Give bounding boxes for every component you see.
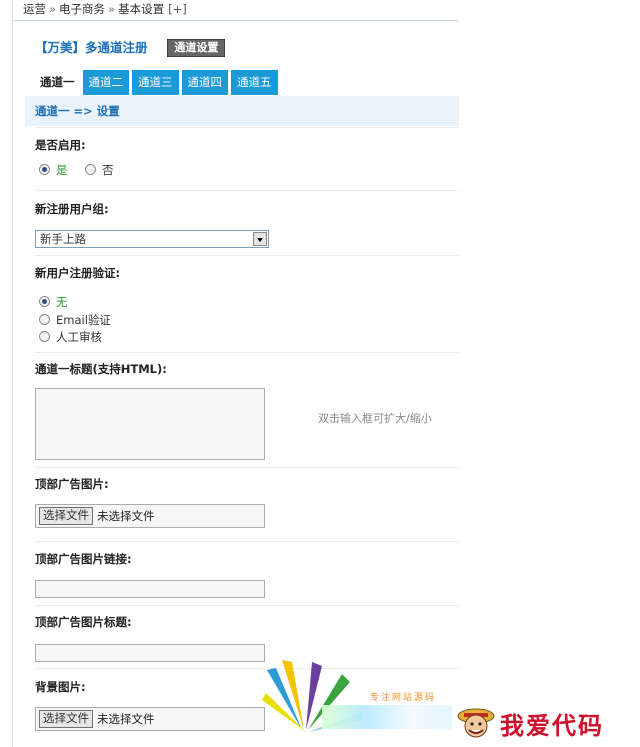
- top-ad-title-input[interactable]: [35, 644, 265, 662]
- top-ad-image-label: 顶部广告图片:: [35, 477, 109, 491]
- tab-channel-1[interactable]: 通道一: [35, 70, 80, 95]
- chevron-down-icon[interactable]: [253, 232, 267, 246]
- bg-image-file-input[interactable]: 选择文件 未选择文件: [35, 707, 265, 731]
- page-header: 【万美】多通道注册 通道设置: [35, 37, 226, 57]
- breadcrumb-divider: [13, 20, 459, 21]
- watermark-brand: 我爱代码: [500, 711, 604, 740]
- breadcrumb-separator: »: [49, 2, 57, 16]
- enable-no-option[interactable]: 否: [85, 163, 114, 177]
- verify-email-label[interactable]: Email验证: [56, 313, 111, 327]
- starburst-logo-icon: [262, 660, 364, 732]
- enable-no-label[interactable]: 否: [102, 163, 114, 177]
- textarea-resize-hint: 双击输入框可扩大/缩小: [318, 412, 432, 425]
- watermark-tagline: 专注网站源码: [370, 693, 437, 703]
- divider: [35, 352, 459, 353]
- channel-tabs: 通道一 通道二 通道三 通道四 通道五: [35, 70, 281, 95]
- breadcrumb-item-ecommerce[interactable]: 电子商务: [59, 2, 105, 16]
- radio-checked-icon[interactable]: [39, 296, 50, 307]
- enable-radio-group: 是 否: [39, 162, 114, 178]
- section-heading: 通道一 => 设置: [25, 96, 459, 126]
- pirate-avatar-icon: [457, 708, 495, 738]
- tab-channel-3[interactable]: 通道三: [132, 70, 179, 95]
- channel-settings-badge[interactable]: 通道设置: [167, 39, 226, 57]
- top-ad-title-label: 顶部广告图片标题:: [35, 615, 132, 629]
- divider: [35, 605, 459, 606]
- breadcrumb-separator: »: [108, 2, 116, 16]
- radio-unchecked-icon[interactable]: [39, 314, 50, 325]
- usergroup-selected-value: 新手上路: [40, 232, 86, 246]
- breadcrumb-expand-button[interactable]: [+]: [168, 2, 187, 16]
- divider: [35, 255, 459, 256]
- file-status: 未选择文件: [97, 509, 155, 523]
- verify-option-none[interactable]: 无: [39, 294, 68, 310]
- breadcrumb-item-basic-settings[interactable]: 基本设置: [118, 2, 164, 16]
- settings-panel: 运营» 电子商务» 基本设置 [+] 【万美】多通道注册 通道设置 通道一 通道二 通道三…: [12, 0, 459, 747]
- verify-manual-label[interactable]: 人工审核: [56, 330, 102, 344]
- verify-option-email[interactable]: Email验证: [39, 312, 111, 328]
- tab-channel-4[interactable]: 通道四: [181, 70, 228, 95]
- page-title: 【万美】多通道注册: [35, 40, 148, 55]
- top-ad-link-label: 顶部广告图片链接:: [35, 552, 132, 566]
- divider: [35, 190, 459, 191]
- usergroup-label: 新注册用户组:: [35, 202, 109, 216]
- breadcrumb-item-operation[interactable]: 运营: [23, 2, 46, 16]
- usergroup-select[interactable]: 新手上路: [35, 230, 269, 248]
- breadcrumb: 运营» 电子商务» 基本设置 [+]: [23, 0, 187, 20]
- divider: [35, 541, 459, 542]
- file-status: 未选择文件: [97, 712, 155, 726]
- watermark: 专注网站源码 我爱代码: [262, 660, 640, 747]
- choose-file-button[interactable]: 选择文件: [39, 710, 93, 728]
- divider: [35, 467, 459, 468]
- divider: [35, 127, 459, 128]
- bg-image-label: 背景图片:: [35, 680, 86, 694]
- radio-unchecked-icon[interactable]: [39, 331, 50, 342]
- enable-yes-label[interactable]: 是: [56, 163, 68, 177]
- tab-channel-2[interactable]: 通道二: [82, 70, 129, 95]
- radio-unchecked-icon[interactable]: [85, 164, 97, 175]
- top-ad-link-input[interactable]: [35, 580, 265, 598]
- choose-file-button[interactable]: 选择文件: [39, 507, 93, 525]
- enable-label: 是否启用:: [35, 138, 86, 152]
- tab-channel-5[interactable]: 通道五: [231, 70, 278, 95]
- top-ad-image-file-input[interactable]: 选择文件 未选择文件: [35, 504, 265, 528]
- enable-yes-option[interactable]: 是: [39, 163, 68, 177]
- verify-label: 新用户注册验证:: [35, 266, 121, 280]
- verify-option-manual[interactable]: 人工审核: [39, 329, 102, 345]
- channel-title-label: 通道一标题(支持HTML):: [35, 362, 167, 376]
- radio-checked-icon[interactable]: [39, 164, 50, 175]
- watermark-fade: [322, 705, 452, 729]
- channel-title-textarea[interactable]: [35, 388, 265, 460]
- verify-none-label[interactable]: 无: [56, 295, 68, 309]
